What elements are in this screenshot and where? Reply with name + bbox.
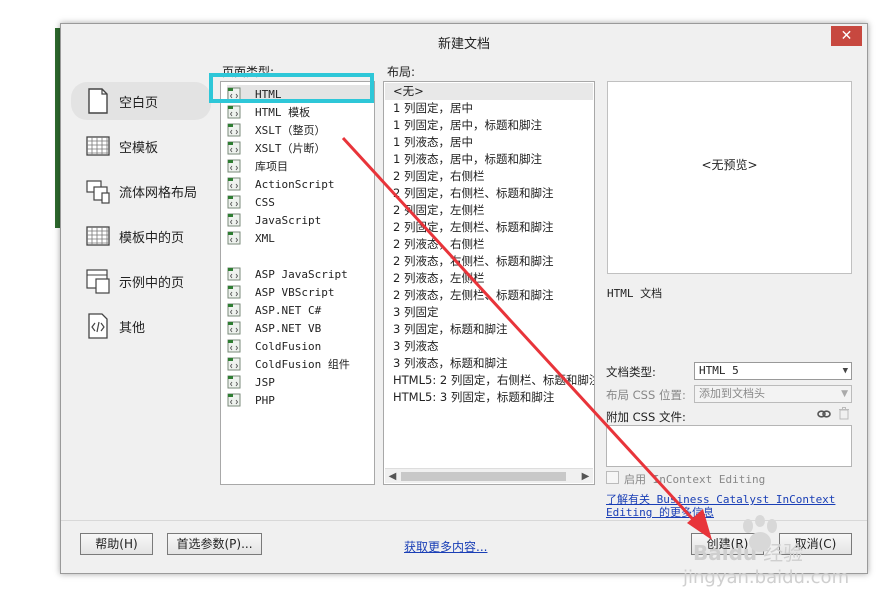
watermark-url: jingyan.baidu.com [683, 567, 850, 588]
watermark-paw-icon [743, 515, 777, 552]
